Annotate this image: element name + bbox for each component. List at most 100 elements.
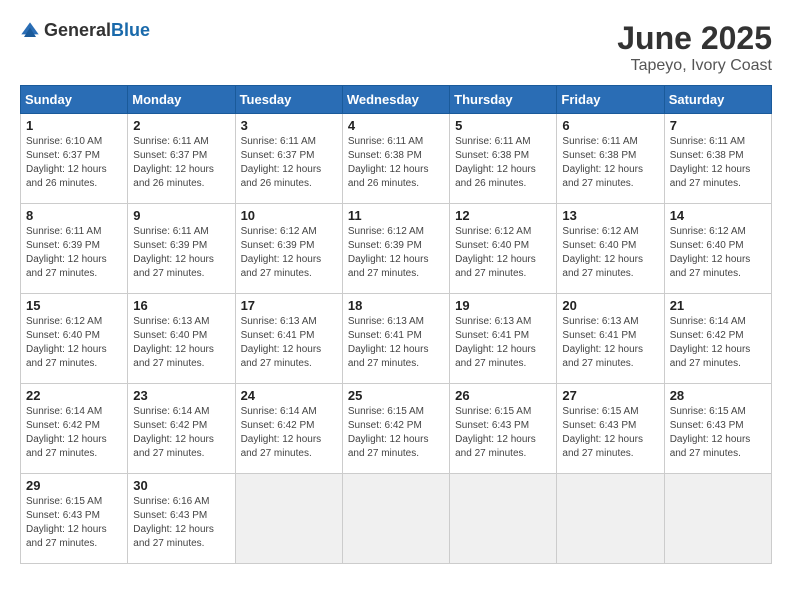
calendar-cell: 15 Sunrise: 6:12 AMSunset: 6:40 PMDayligh… <box>21 294 128 384</box>
day-number: 29 <box>26 478 122 493</box>
calendar-week-5: 29Sunrise: 6:15 AMSunset: 6:43 PMDayligh… <box>21 474 772 564</box>
calendar-body: 1 Sunrise: 6:10 AMSunset: 6:37 PMDaylight… <box>21 114 772 564</box>
day-number: 26 <box>455 388 551 403</box>
day-info: Sunrise: 6:13 AMSunset: 6:41 PMDaylight:… <box>241 316 322 369</box>
calendar-week-1: 1 Sunrise: 6:10 AMSunset: 6:37 PMDaylight… <box>21 114 772 204</box>
calendar-week-3: 15 Sunrise: 6:12 AMSunset: 6:40 PMDayligh… <box>21 294 772 384</box>
calendar-cell: 20 Sunrise: 6:13 AMSunset: 6:41 PMDayligh… <box>557 294 664 384</box>
day-info: Sunrise: 6:14 AMSunset: 6:42 PMDaylight:… <box>241 406 322 459</box>
calendar-cell: 9Sunrise: 6:11 AMSunset: 6:39 PMDaylight… <box>128 204 235 294</box>
day-number: 12 <box>455 208 551 223</box>
day-number: 24 <box>241 388 337 403</box>
day-info: Sunrise: 6:13 AMSunset: 6:41 PMDaylight:… <box>348 316 429 369</box>
calendar-cell: 22 Sunrise: 6:14 AMSunset: 6:42 PMDayligh… <box>21 384 128 474</box>
day-number: 11 <box>348 208 444 223</box>
calendar-cell: 12 Sunrise: 6:12 AMSunset: 6:40 PMDayligh… <box>450 204 557 294</box>
header-saturday: Saturday <box>664 86 771 114</box>
calendar-cell: 8Sunrise: 6:11 AMSunset: 6:39 PMDaylight… <box>21 204 128 294</box>
calendar-cell: 14Sunrise: 6:12 AMSunset: 6:40 PMDayligh… <box>664 204 771 294</box>
calendar-cell: 29Sunrise: 6:15 AMSunset: 6:43 PMDayligh… <box>21 474 128 564</box>
day-info: Sunrise: 6:16 AMSunset: 6:43 PMDaylight:… <box>133 496 214 549</box>
calendar-cell: 16 Sunrise: 6:13 AMSunset: 6:40 PMDayligh… <box>128 294 235 384</box>
calendar-cell: 28 Sunrise: 6:15 AMSunset: 6:43 PMDayligh… <box>664 384 771 474</box>
day-info: Sunrise: 6:12 AMSunset: 6:39 PMDaylight:… <box>348 226 429 279</box>
calendar-cell <box>342 474 449 564</box>
day-info: Sunrise: 6:12 AMSunset: 6:40 PMDaylight:… <box>26 316 107 369</box>
day-info: Sunrise: 6:15 AMSunset: 6:43 PMDaylight:… <box>670 406 751 459</box>
calendar-cell: 10 Sunrise: 6:12 AMSunset: 6:39 PMDayligh… <box>235 204 342 294</box>
day-number: 15 <box>26 298 122 313</box>
logo-text-blue: Blue <box>111 20 150 40</box>
day-number: 20 <box>562 298 658 313</box>
day-info: Sunrise: 6:13 AMSunset: 6:40 PMDaylight:… <box>133 316 214 369</box>
day-info: Sunrise: 6:10 AMSunset: 6:37 PMDaylight:… <box>26 136 107 189</box>
calendar-cell <box>557 474 664 564</box>
calendar-cell: 18 Sunrise: 6:13 AMSunset: 6:41 PMDayligh… <box>342 294 449 384</box>
header-sunday: Sunday <box>21 86 128 114</box>
calendar-cell: 7Sunrise: 6:11 AMSunset: 6:38 PMDaylight… <box>664 114 771 204</box>
day-number: 13 <box>562 208 658 223</box>
day-info: Sunrise: 6:12 AMSunset: 6:39 PMDaylight:… <box>241 226 322 279</box>
calendar-cell: 11 Sunrise: 6:12 AMSunset: 6:39 PMDayligh… <box>342 204 449 294</box>
calendar-cell: 13 Sunrise: 6:12 AMSunset: 6:40 PMDayligh… <box>557 204 664 294</box>
header-monday: Monday <box>128 86 235 114</box>
day-number: 22 <box>26 388 122 403</box>
day-number: 6 <box>562 118 658 133</box>
day-info: Sunrise: 6:11 AMSunset: 6:38 PMDaylight:… <box>455 136 536 189</box>
day-number: 10 <box>241 208 337 223</box>
day-number: 16 <box>133 298 229 313</box>
header-friday: Friday <box>557 86 664 114</box>
header-wednesday: Wednesday <box>342 86 449 114</box>
day-number: 30 <box>133 478 229 493</box>
day-number: 1 <box>26 118 122 133</box>
day-info: Sunrise: 6:11 AMSunset: 6:37 PMDaylight:… <box>133 136 214 189</box>
header-tuesday: Tuesday <box>235 86 342 114</box>
calendar-week-4: 22 Sunrise: 6:14 AMSunset: 6:42 PMDayligh… <box>21 384 772 474</box>
day-info: Sunrise: 6:11 AMSunset: 6:38 PMDaylight:… <box>562 136 643 189</box>
calendar-subtitle: Tapeyo, Ivory Coast <box>617 57 772 75</box>
day-number: 5 <box>455 118 551 133</box>
day-info: Sunrise: 6:15 AMSunset: 6:43 PMDaylight:… <box>455 406 536 459</box>
calendar-cell: 21 Sunrise: 6:14 AMSunset: 6:42 PMDayligh… <box>664 294 771 384</box>
calendar-cell: 2Sunrise: 6:11 AMSunset: 6:37 PMDaylight… <box>128 114 235 204</box>
day-number: 21 <box>670 298 766 313</box>
day-number: 19 <box>455 298 551 313</box>
calendar-table: Sunday Monday Tuesday Wednesday Thursday… <box>20 85 772 564</box>
day-number: 3 <box>241 118 337 133</box>
day-number: 27 <box>562 388 658 403</box>
calendar-cell: 27Sunrise: 6:15 AMSunset: 6:43 PMDayligh… <box>557 384 664 474</box>
day-info: Sunrise: 6:11 AMSunset: 6:38 PMDaylight:… <box>348 136 429 189</box>
calendar-cell: 30 Sunrise: 6:16 AMSunset: 6:43 PMDayligh… <box>128 474 235 564</box>
day-info: Sunrise: 6:12 AMSunset: 6:40 PMDaylight:… <box>562 226 643 279</box>
day-number: 8 <box>26 208 122 223</box>
logo-text-general: General <box>44 20 111 40</box>
day-number: 7 <box>670 118 766 133</box>
day-info: Sunrise: 6:12 AMSunset: 6:40 PMDaylight:… <box>455 226 536 279</box>
day-number: 18 <box>348 298 444 313</box>
day-info: Sunrise: 6:15 AMSunset: 6:42 PMDaylight:… <box>348 406 429 459</box>
calendar-cell <box>235 474 342 564</box>
day-number: 25 <box>348 388 444 403</box>
day-info: Sunrise: 6:14 AMSunset: 6:42 PMDaylight:… <box>133 406 214 459</box>
calendar-cell: 19 Sunrise: 6:13 AMSunset: 6:41 PMDayligh… <box>450 294 557 384</box>
calendar-cell: 25 Sunrise: 6:15 AMSunset: 6:42 PMDayligh… <box>342 384 449 474</box>
day-number: 17 <box>241 298 337 313</box>
calendar-cell <box>664 474 771 564</box>
calendar-week-2: 8Sunrise: 6:11 AMSunset: 6:39 PMDaylight… <box>21 204 772 294</box>
day-info: Sunrise: 6:14 AMSunset: 6:42 PMDaylight:… <box>670 316 751 369</box>
day-number: 23 <box>133 388 229 403</box>
calendar-cell: 6 Sunrise: 6:11 AMSunset: 6:38 PMDaylight… <box>557 114 664 204</box>
page-header: GeneralBlue June 2025 Tapeyo, Ivory Coas… <box>20 20 772 75</box>
calendar-cell: 26 Sunrise: 6:15 AMSunset: 6:43 PMDayligh… <box>450 384 557 474</box>
calendar-cell <box>450 474 557 564</box>
day-info: Sunrise: 6:12 AMSunset: 6:40 PMDaylight:… <box>670 226 751 279</box>
calendar-header-row: Sunday Monday Tuesday Wednesday Thursday… <box>21 86 772 114</box>
day-number: 28 <box>670 388 766 403</box>
calendar-title: June 2025 <box>617 20 772 57</box>
day-info: Sunrise: 6:13 AMSunset: 6:41 PMDaylight:… <box>455 316 536 369</box>
day-info: Sunrise: 6:13 AMSunset: 6:41 PMDaylight:… <box>562 316 643 369</box>
header-thursday: Thursday <box>450 86 557 114</box>
calendar-cell: 5 Sunrise: 6:11 AMSunset: 6:38 PMDaylight… <box>450 114 557 204</box>
calendar-cell: 1 Sunrise: 6:10 AMSunset: 6:37 PMDaylight… <box>21 114 128 204</box>
day-info: Sunrise: 6:14 AMSunset: 6:42 PMDaylight:… <box>26 406 107 459</box>
